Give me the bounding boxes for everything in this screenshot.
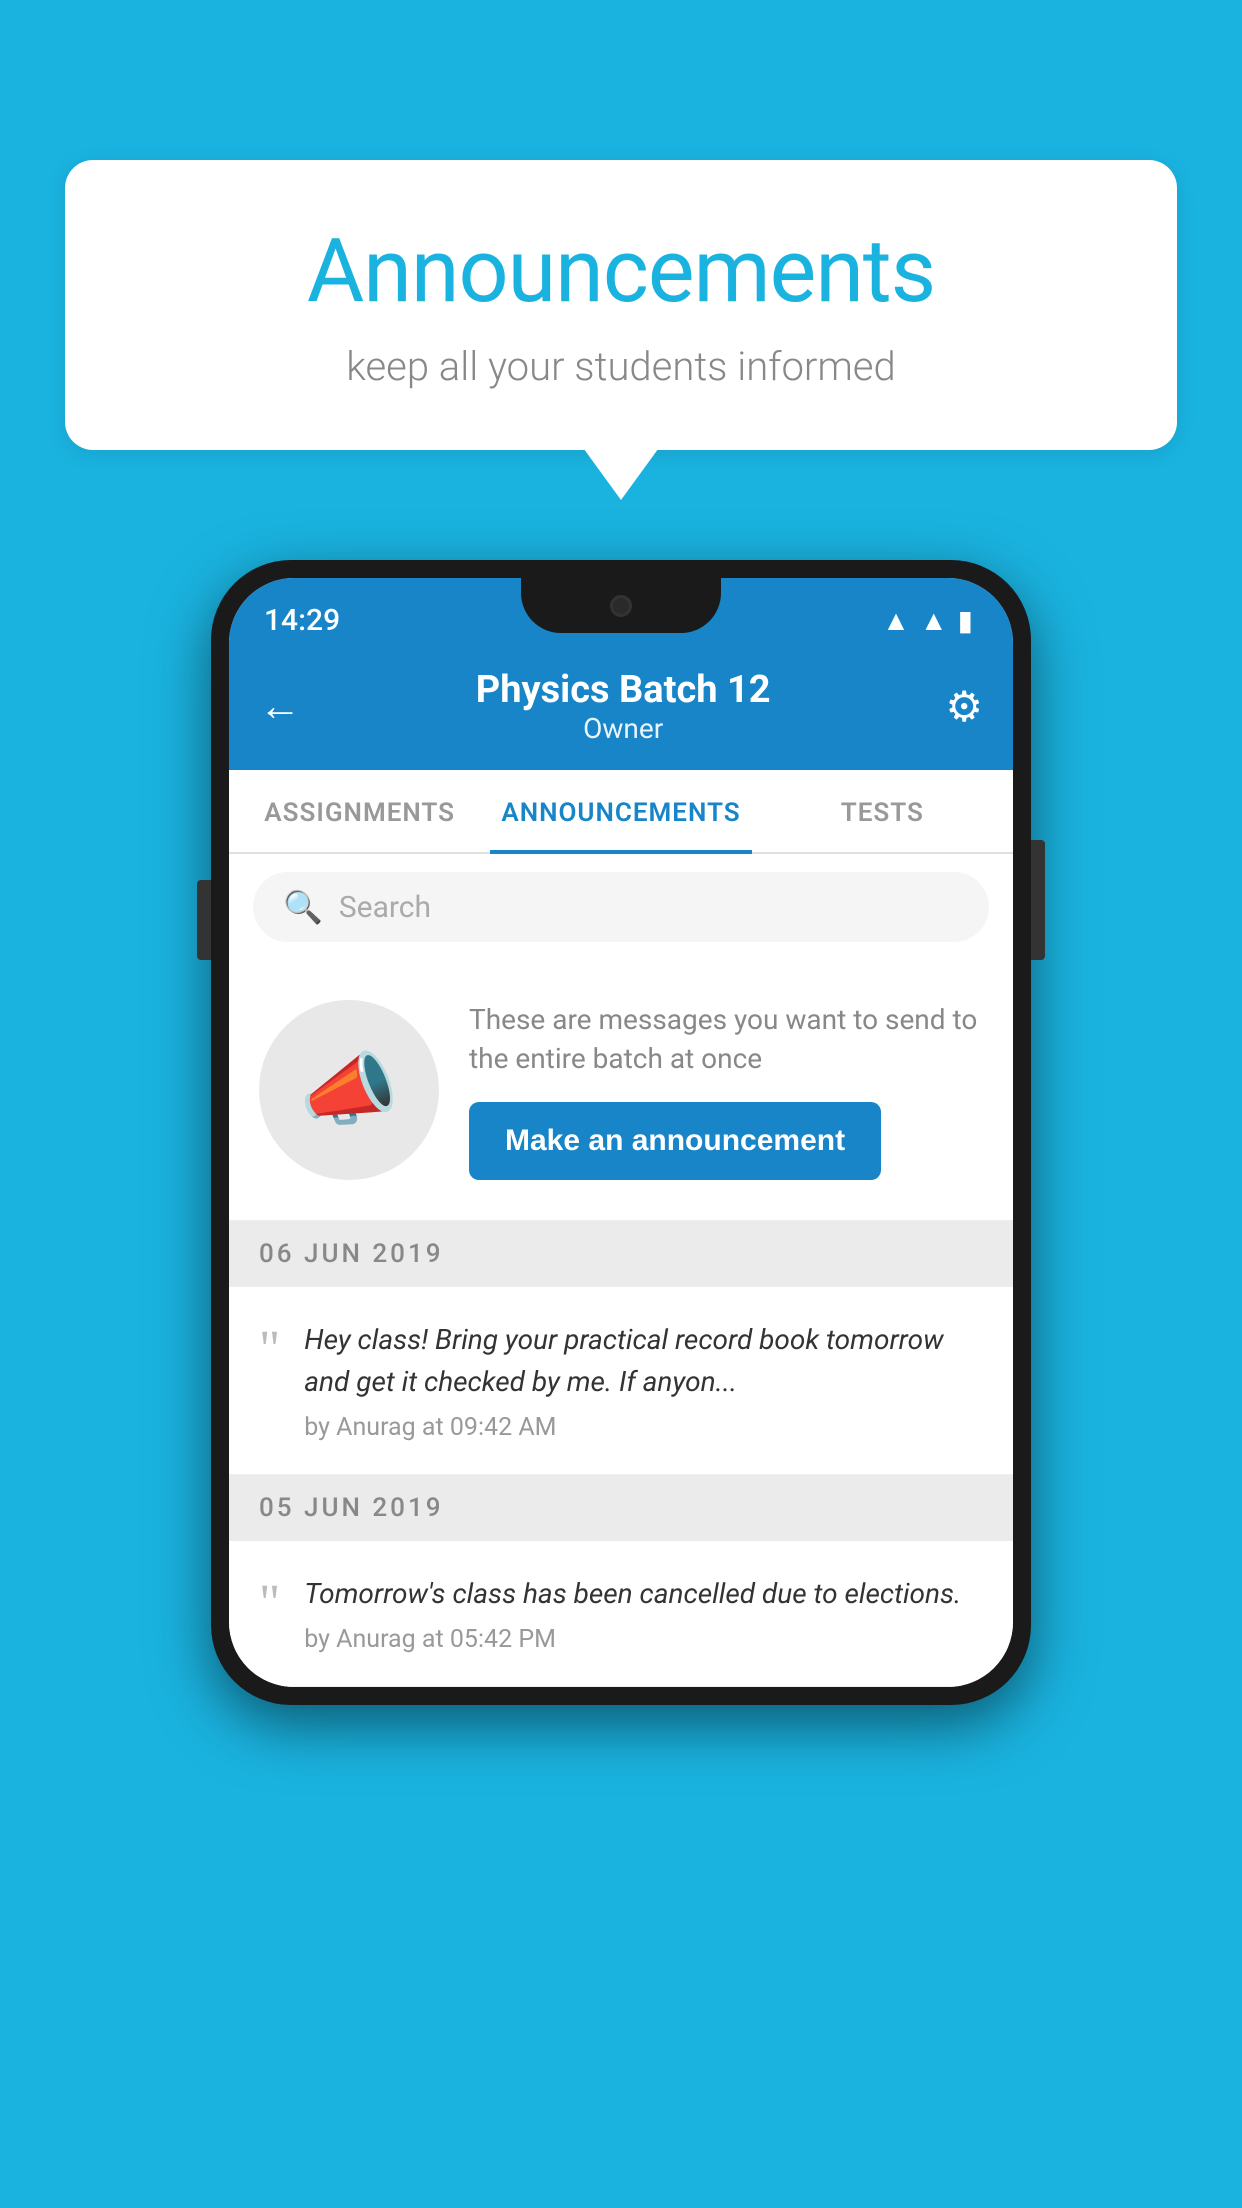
announcement-text-1: Hey class! Bring your practical record b…	[304, 1319, 983, 1403]
announcement-meta-2: by Anurag at 05:42 PM	[304, 1625, 983, 1654]
phone-notch	[521, 578, 721, 633]
back-button[interactable]: ←	[259, 682, 301, 731]
settings-icon[interactable]: ⚙	[945, 682, 983, 732]
search-bar[interactable]: 🔍 Search	[253, 872, 989, 942]
announcement-item-1[interactable]: " Hey class! Bring your practical record…	[229, 1287, 1013, 1475]
phone-outer: 14:29 ▲ ▲ ▮ ← Physics Batch 12 Owner ⚙	[211, 560, 1031, 1705]
make-announcement-button[interactable]: Make an announcement	[469, 1102, 881, 1180]
speech-bubble-section: Announcements keep all your students inf…	[65, 160, 1177, 450]
tab-tests[interactable]: TESTS	[752, 770, 1013, 852]
megaphone-icon: 📣	[299, 1043, 399, 1137]
quote-icon-1: "	[259, 1324, 280, 1376]
date-separator-2: 05 JUN 2019	[229, 1475, 1013, 1541]
announcement-item-2[interactable]: " Tomorrow's class has been cancelled du…	[229, 1541, 1013, 1687]
tab-announcements[interactable]: ANNOUNCEMENTS	[490, 770, 751, 852]
speech-bubble: Announcements keep all your students inf…	[65, 160, 1177, 450]
status-icons: ▲ ▲ ▮	[882, 604, 973, 637]
date-separator-1: 06 JUN 2019	[229, 1221, 1013, 1287]
header-title-group: Physics Batch 12 Owner	[476, 668, 771, 745]
wifi-icon: ▲	[882, 604, 910, 637]
tabs-bar: ASSIGNMENTS ANNOUNCEMENTS TESTS	[229, 770, 1013, 854]
quote-icon-2: "	[259, 1578, 280, 1630]
search-placeholder: Search	[339, 890, 431, 925]
announcement-text-2: Tomorrow's class has been cancelled due …	[304, 1573, 983, 1615]
status-time: 14:29	[264, 603, 340, 638]
promo-content: These are messages you want to send to t…	[469, 1000, 983, 1180]
promo-icon-circle: 📣	[259, 1000, 439, 1180]
batch-title: Physics Batch 12	[476, 668, 771, 712]
speech-bubble-title: Announcements	[145, 220, 1097, 323]
phone-mockup: 14:29 ▲ ▲ ▮ ← Physics Batch 12 Owner ⚙	[211, 560, 1031, 1705]
batch-role: Owner	[476, 712, 771, 745]
tab-assignments[interactable]: ASSIGNMENTS	[229, 770, 490, 852]
app-header: ← Physics Batch 12 Owner ⚙	[229, 648, 1013, 770]
announcement-content-1: Hey class! Bring your practical record b…	[304, 1319, 983, 1442]
promo-description: These are messages you want to send to t…	[469, 1000, 983, 1078]
phone-screen: 14:29 ▲ ▲ ▮ ← Physics Batch 12 Owner ⚙	[229, 578, 1013, 1687]
battery-icon: ▮	[958, 604, 973, 637]
speech-bubble-subtitle: keep all your students informed	[145, 343, 1097, 390]
search-container: 🔍 Search	[229, 854, 1013, 960]
promo-section: 📣 These are messages you want to send to…	[229, 960, 1013, 1221]
signal-icon: ▲	[920, 604, 948, 637]
announcement-content-2: Tomorrow's class has been cancelled due …	[304, 1573, 983, 1654]
search-icon: 🔍	[283, 888, 323, 926]
announcement-meta-1: by Anurag at 09:42 AM	[304, 1413, 983, 1442]
front-camera	[610, 595, 632, 617]
